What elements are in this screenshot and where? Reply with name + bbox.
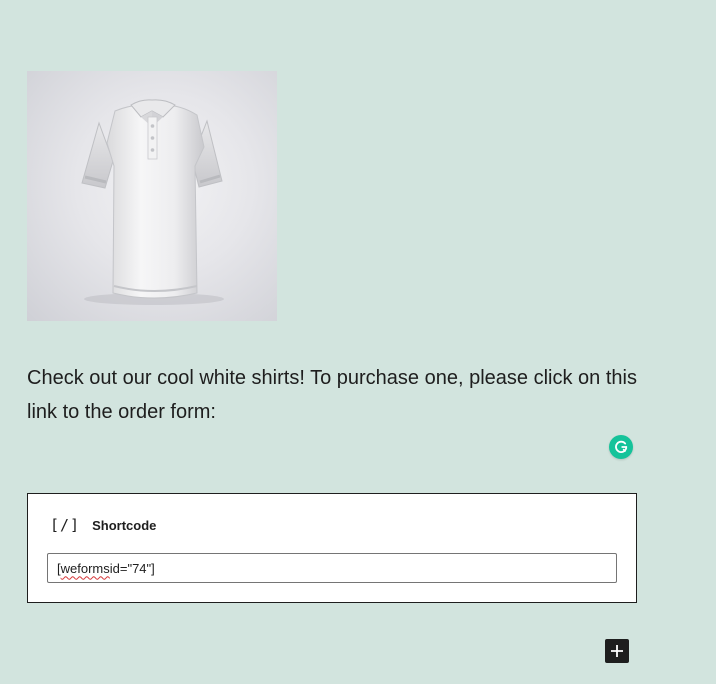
shortcode-input-suffix: id="74"] — [109, 560, 155, 576]
shortcode-input-misspelled-word: weforms — [60, 560, 110, 576]
shortcode-icon: [/] — [50, 516, 81, 534]
block-inserter-button[interactable] — [605, 639, 629, 663]
grammarly-button[interactable] — [609, 435, 633, 459]
grammarly-icon — [615, 440, 628, 453]
shortcode-header: [/] Shortcode — [50, 516, 156, 534]
plus-icon — [611, 645, 623, 657]
polo-shirt-image — [81, 99, 224, 305]
paragraph-block[interactable]: Check out our cool white shirts! To purc… — [27, 361, 642, 429]
shortcode-input[interactable]: [weforms id="74"] — [47, 553, 617, 583]
shortcode-label: Shortcode — [92, 517, 157, 533]
image-block[interactable] — [27, 71, 277, 321]
shortcode-block[interactable]: [/] Shortcode [weforms id="74"] — [27, 493, 637, 603]
editor-canvas: Check out our cool white shirts! To purc… — [0, 0, 716, 684]
